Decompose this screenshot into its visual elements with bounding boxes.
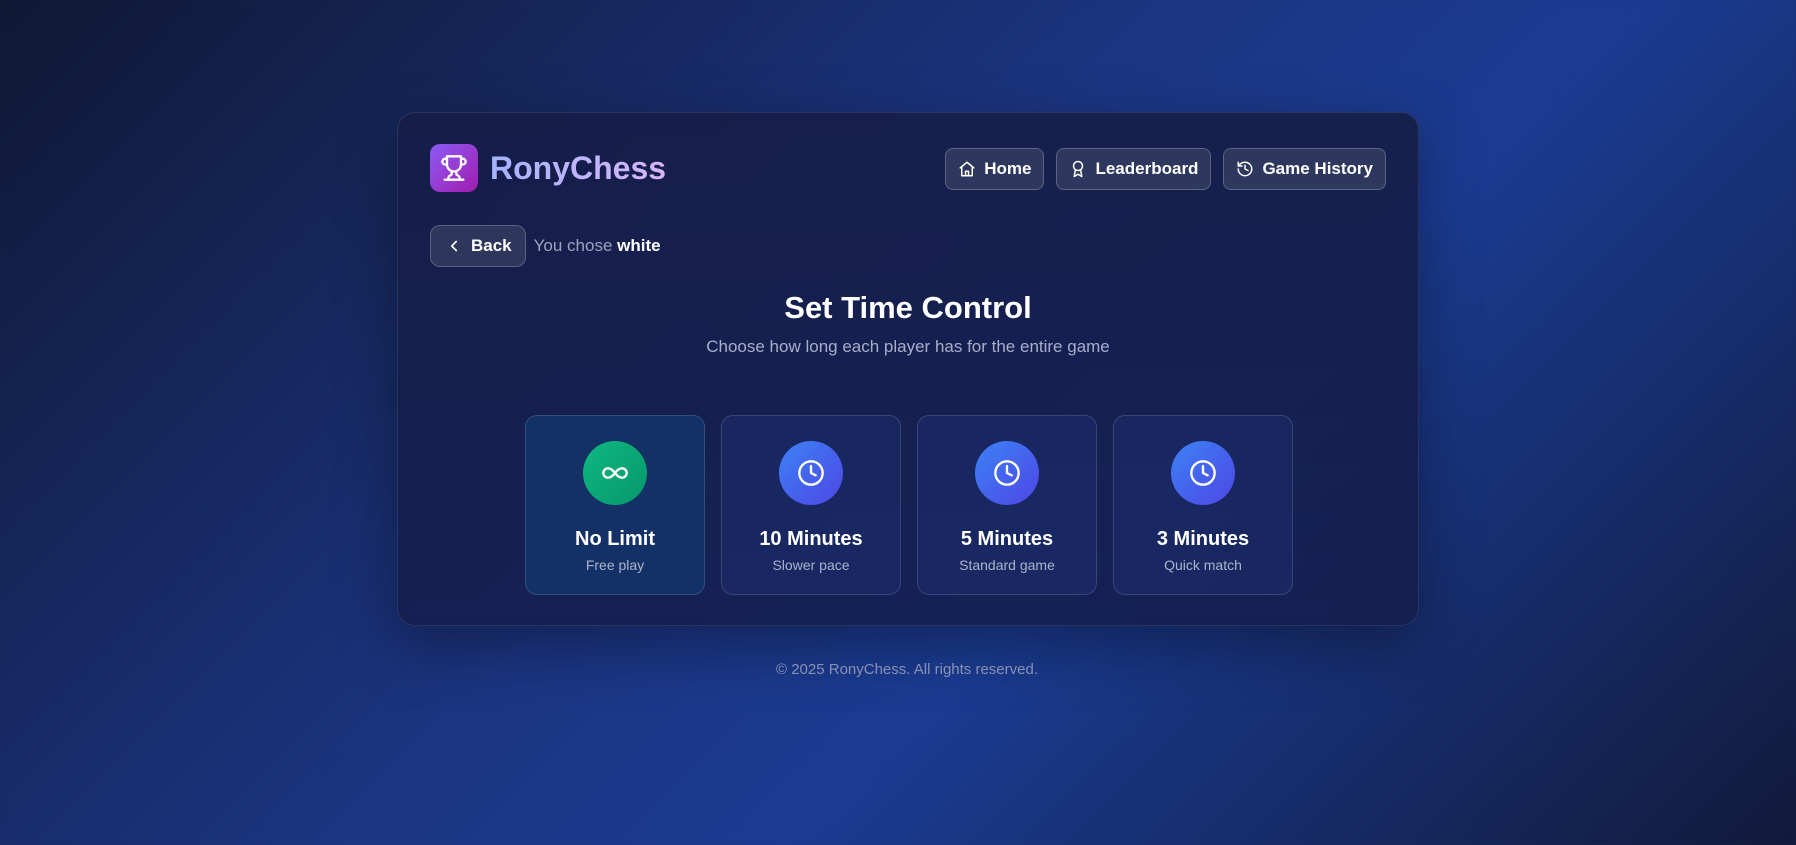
history-icon — [1237, 161, 1253, 177]
infinity-icon — [602, 467, 628, 479]
option-10-minutes[interactable]: 10 Minutes Slower pace — [721, 415, 901, 595]
home-button-label: Home — [984, 159, 1032, 178]
option-icon-circle — [779, 441, 843, 505]
option-desc: Free play — [585, 557, 645, 573]
option-name: 3 Minutes — [1156, 528, 1250, 550]
option-icon-circle — [583, 441, 647, 505]
main-card: RonyChess Home Leaderboard Game History — [397, 112, 1419, 626]
trophy-icon — [441, 155, 467, 181]
page-title: Set Time Control — [784, 290, 1032, 325]
clock-icon — [994, 460, 1020, 486]
home-button[interactable]: Home — [945, 148, 1045, 190]
page-subtitle: Choose how long each player has for the … — [706, 337, 1110, 356]
clock-icon — [798, 460, 824, 486]
option-5-minutes[interactable]: 5 Minutes Standard game — [917, 415, 1097, 595]
option-desc: Slower pace — [772, 557, 850, 573]
chosen-color-prefix: You chose — [533, 236, 613, 255]
chosen-color-text: You chose white — [534, 236, 661, 256]
option-icon-circle — [975, 441, 1039, 505]
option-3-minutes[interactable]: 3 Minutes Quick match — [1113, 415, 1293, 595]
option-no-limit[interactable]: No Limit Free play — [525, 415, 705, 595]
option-desc: Standard game — [959, 557, 1055, 573]
home-icon — [959, 161, 975, 177]
logo — [430, 144, 478, 192]
option-desc: Quick match — [1164, 557, 1242, 573]
app-name: RonyChess — [490, 150, 667, 186]
time-control-options: No Limit Free play 10 Minutes Slower pac… — [525, 415, 1293, 595]
option-icon-circle — [1171, 441, 1235, 505]
leaderboard-button-label: Leaderboard — [1095, 159, 1199, 178]
back-button-label: Back — [471, 236, 512, 255]
chosen-color-value: white — [617, 236, 661, 255]
leaderboard-button[interactable]: Leaderboard — [1056, 148, 1212, 190]
game-history-button-label: Game History — [1262, 159, 1373, 178]
clock-icon — [1190, 460, 1216, 486]
back-button[interactable]: Back — [430, 225, 526, 267]
footer-copyright: © 2025 RonyChess. All rights reserved. — [775, 661, 1038, 678]
top-nav: Home Leaderboard Game History — [945, 148, 1386, 190]
game-history-button[interactable]: Game History — [1223, 148, 1386, 190]
option-name: No Limit — [575, 528, 655, 550]
option-name: 10 Minutes — [759, 528, 863, 550]
chevron-left-icon — [450, 240, 458, 252]
award-icon — [1073, 160, 1084, 178]
back-row: Back You chose white — [430, 225, 661, 267]
option-name: 5 Minutes — [960, 528, 1054, 550]
